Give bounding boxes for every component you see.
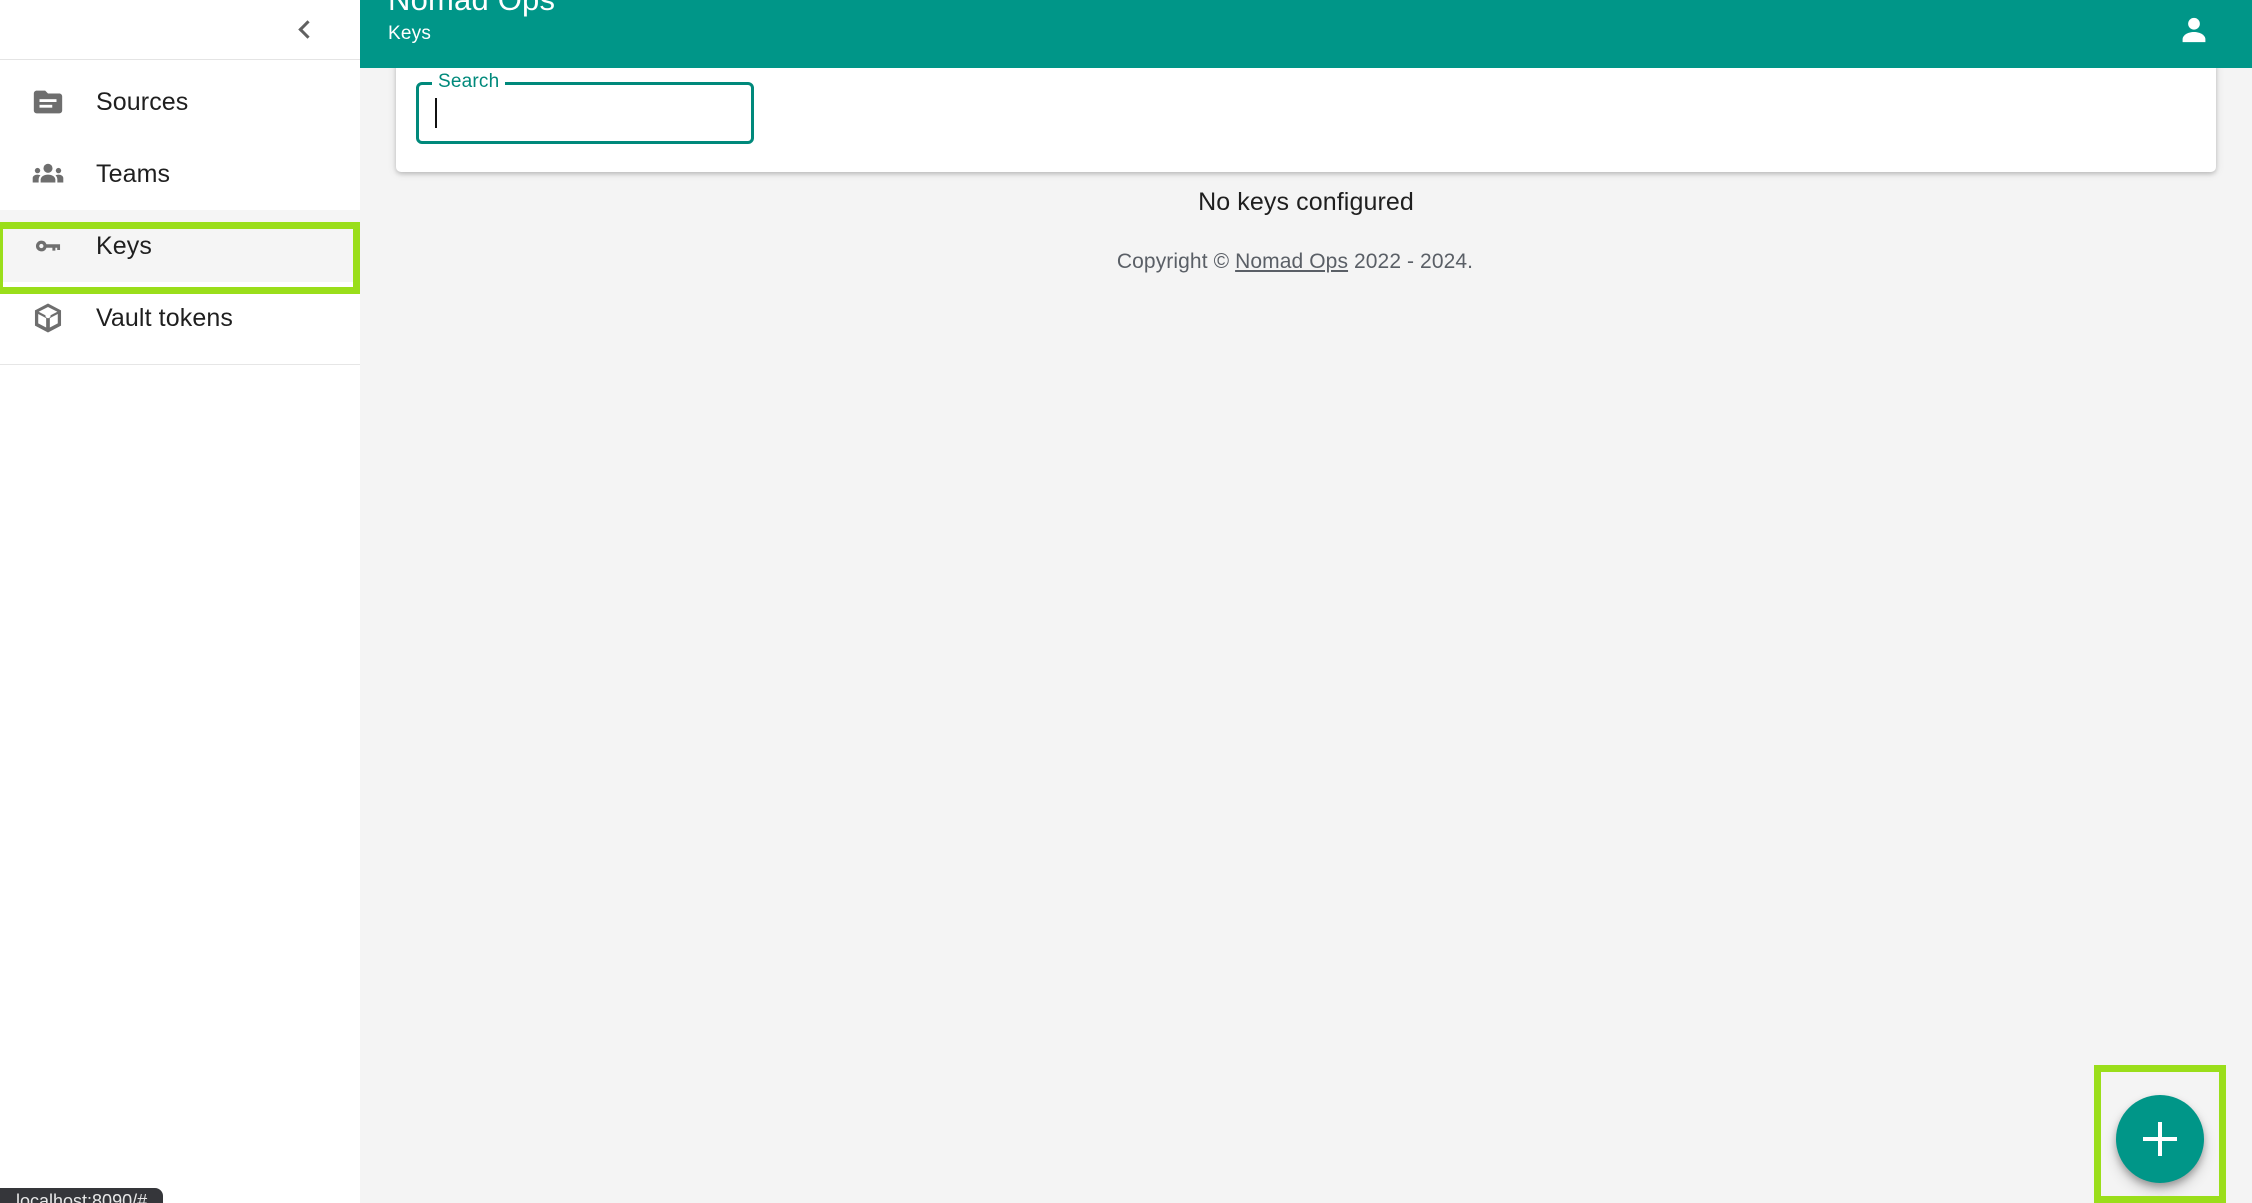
topbar: Nomad Ops Keys (360, 0, 2252, 68)
sidebar-item-teams[interactable]: Teams (0, 138, 360, 210)
search-field[interactable]: Search (416, 71, 754, 144)
key-icon (22, 223, 74, 269)
groups-icon (22, 151, 74, 197)
search-card: Search (396, 60, 2216, 172)
sidebar-divider (0, 364, 360, 365)
add-key-fab[interactable] (2116, 1095, 2204, 1183)
footer: Copyright © Nomad Ops 2022 - 2024. (360, 250, 2230, 274)
sidebar-item-label: Sources (96, 87, 189, 116)
search-input[interactable] (432, 92, 732, 134)
account-button[interactable] (2166, 4, 2222, 60)
sidebar-item-label: Teams (96, 159, 171, 188)
footer-link[interactable]: Nomad Ops (1235, 250, 1348, 273)
sidebar-item-keys[interactable]: Keys (0, 210, 360, 282)
person-icon (2175, 12, 2213, 53)
sidebar: Sources Teams Keys Vault tokens (0, 0, 360, 1203)
sidebar-item-vault-tokens[interactable]: Vault tokens (0, 282, 360, 354)
sidebar-collapse-button[interactable] (284, 9, 326, 51)
main-content: Search No keys configured Copyright © No… (360, 60, 2252, 1203)
plus-icon (2143, 1122, 2177, 1156)
sidebar-item-sources[interactable]: Sources (0, 66, 360, 138)
footer-prefix: Copyright © (1116, 250, 1236, 273)
footer-suffix: 2022 - 2024. (1348, 250, 1474, 273)
browser-status-bar: localhost:8090/# (0, 1188, 164, 1203)
search-label: Search (432, 71, 506, 93)
empty-state-message: No keys configured (1198, 188, 1414, 216)
topbar-titles: Nomad Ops Keys (360, 0, 555, 46)
app-root: Sources Teams Keys Vault tokens Keys Sea… (0, 0, 2252, 1203)
sidebar-item-label: Keys (96, 231, 152, 260)
page-subtitle: Keys (388, 23, 432, 44)
sidebar-nav-list: Sources Teams Keys Vault tokens (0, 60, 360, 365)
folder-source-icon (22, 79, 74, 125)
sidebar-item-label: Vault tokens (96, 303, 233, 332)
app-title: Nomad Ops (388, 0, 555, 18)
sidebar-header (0, 0, 360, 60)
chevron-left-icon (298, 20, 317, 39)
vault-cube-icon (22, 295, 74, 341)
